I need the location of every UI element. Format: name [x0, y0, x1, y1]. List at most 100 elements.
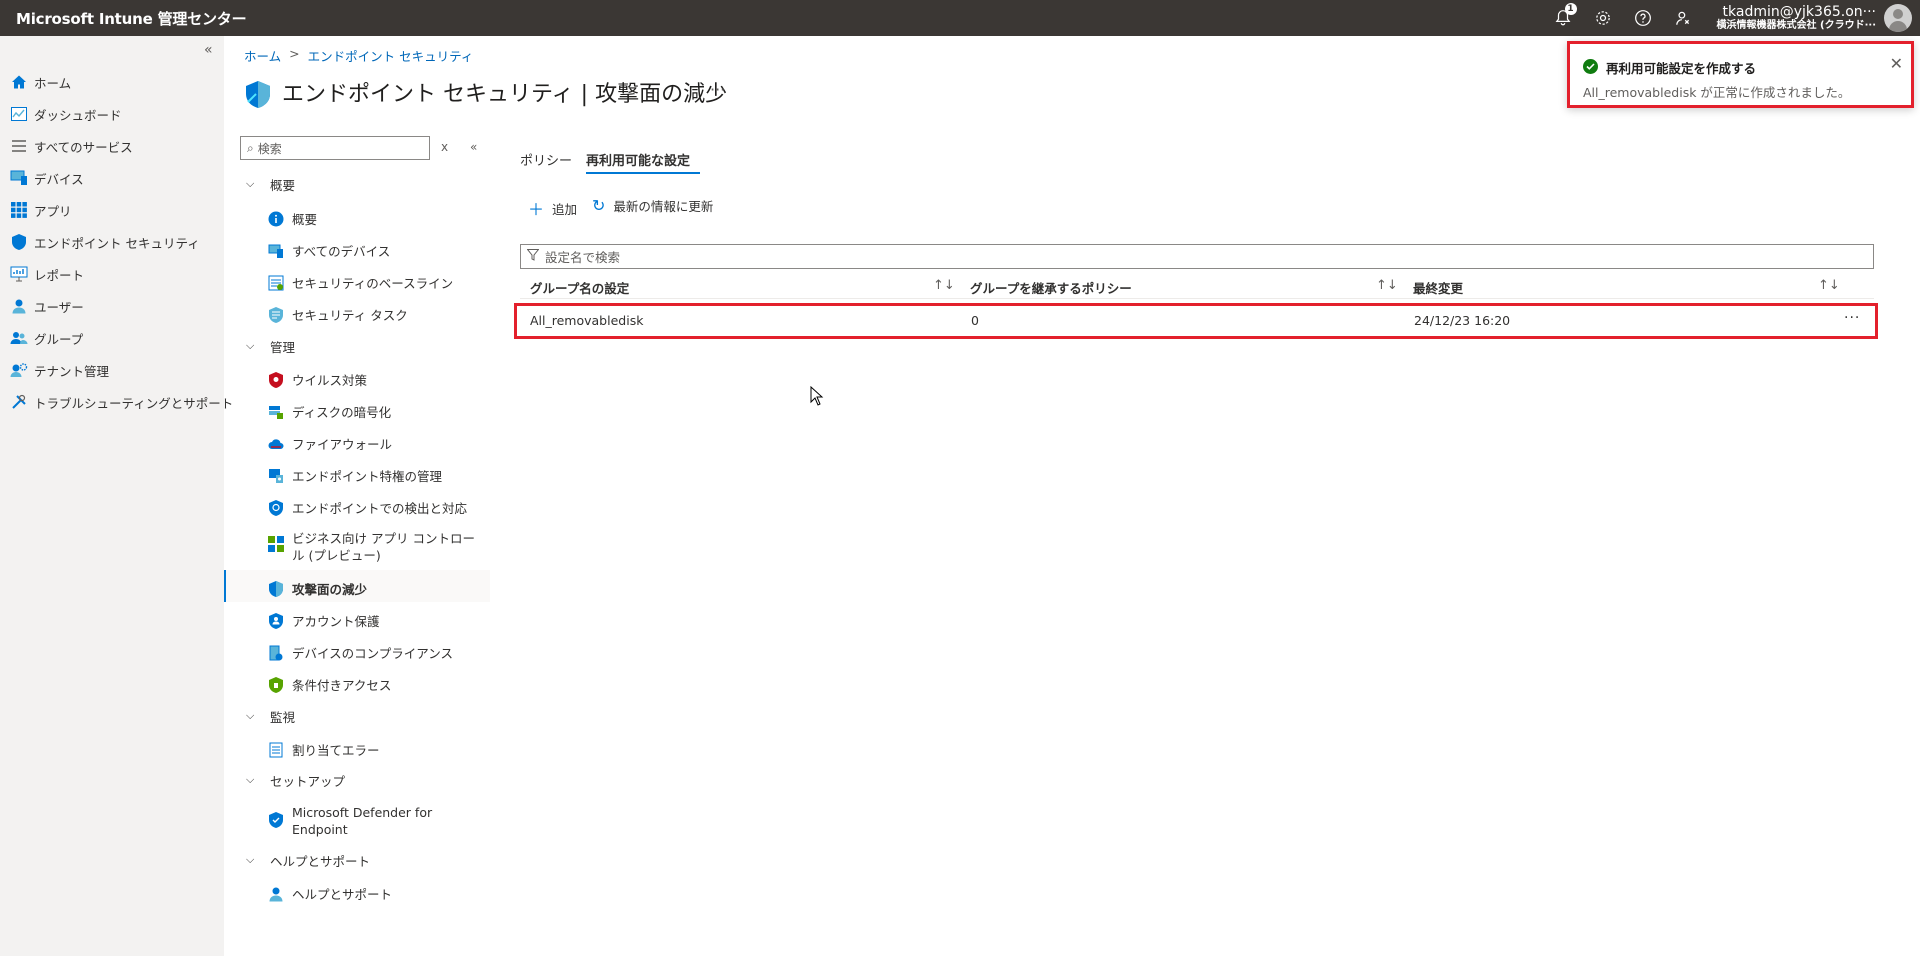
menu-item-all-devices[interactable]: すべてのデバイス	[268, 241, 390, 260]
add-button[interactable]: ＋ 追加	[528, 196, 577, 220]
menu-item-security-baselines[interactable]: セキュリティのベースライン	[268, 273, 453, 292]
nav-item-users[interactable]: ユーザー	[10, 294, 84, 318]
menu-section-manage[interactable]: ⌵ 管理	[246, 335, 295, 357]
menu-item-security-tasks[interactable]: セキュリティ タスク	[268, 305, 408, 324]
tab-policy[interactable]: ポリシー	[520, 150, 572, 169]
dashboard-icon	[10, 106, 28, 122]
account-shield-icon	[268, 612, 284, 629]
account-tenant: 横浜情報機器株式会社 (クラウド···	[1716, 20, 1876, 32]
nav-collapse-button[interactable]: «	[204, 42, 213, 58]
breadcrumb-home[interactable]: ホーム	[244, 46, 281, 65]
chevron-down-icon: ⌵	[246, 853, 255, 866]
menu-section-setup[interactable]: ⌵ セットアップ	[246, 769, 345, 791]
menu-item-attack-surface-reduction[interactable]: 攻撃面の減少	[268, 579, 367, 598]
cell-group-name[interactable]: All_removabledisk	[530, 313, 643, 328]
menu-item-label: ビジネス向け アプリ コントロー	[292, 531, 475, 546]
nav-item-label: アプリ	[34, 203, 72, 219]
menu-item-firewall[interactable]: ファイアウォール	[268, 434, 392, 453]
avatar[interactable]	[1884, 4, 1912, 32]
menu-item-conditional-access[interactable]: 条件付きアクセス	[268, 675, 391, 694]
help-support-icon	[268, 886, 284, 902]
section-label: ヘルプとサポート	[270, 853, 371, 869]
menu-item-disk-encryption[interactable]: ディスクの暗号化	[268, 402, 391, 421]
menu-item-assignment-errors[interactable]: 割り当てエラー	[268, 740, 380, 759]
nav-item-apps[interactable]: アプリ	[10, 198, 72, 222]
nav-item-reports[interactable]: レポート	[10, 262, 84, 286]
menu-search-clear-button[interactable]: x	[441, 140, 448, 154]
menu-collapse-button[interactable]: «	[470, 140, 477, 154]
nav-item-troubleshooting[interactable]: トラブルシューティングとサポート	[10, 390, 233, 414]
table-row[interactable]	[514, 303, 1878, 339]
menu-item-label: ディスクの暗号化	[292, 405, 392, 420]
row-more-button[interactable]: ···	[1844, 310, 1860, 326]
settings-button[interactable]	[1583, 0, 1623, 36]
menu-section-overview[interactable]: ⌵ 概要	[246, 173, 295, 195]
menu-item-antivirus[interactable]: ウイルス対策	[268, 370, 367, 389]
app-title[interactable]: Microsoft Intune 管理センター	[16, 8, 247, 29]
search-icon: ⌕	[247, 140, 254, 155]
column-header-last-modified[interactable]: 最終変更	[1413, 278, 1463, 297]
table-header-divider	[520, 298, 1874, 299]
menu-item-account-protection[interactable]: アカウント保護	[268, 611, 380, 630]
account-info[interactable]: tkadmin@yjk365.on··· 横浜情報機器株式会社 (クラウド···	[1716, 4, 1876, 32]
menu-item-overview[interactable]: 概要	[268, 209, 317, 228]
nav-item-label: レポート	[34, 267, 85, 283]
page-more-button[interactable]: ···	[710, 80, 725, 99]
column-header-group-name[interactable]: グループ名の設定	[530, 278, 629, 297]
menu-item-label: 攻撃面の減少	[292, 582, 368, 597]
disk-encryption-icon	[268, 404, 284, 420]
antivirus-shield-icon	[268, 371, 284, 388]
app-control-icon	[268, 536, 284, 552]
menu-section-help[interactable]: ⌵ ヘルプとサポート	[246, 849, 370, 871]
menu-item-label: 概要	[292, 212, 318, 227]
baseline-icon	[268, 275, 284, 291]
nav-item-all-services[interactable]: すべてのサービス	[10, 134, 133, 158]
sort-icon[interactable]: ↑↓	[1818, 278, 1840, 293]
menu-item-endpoint-privilege[interactable]: エンドポイント特権の管理	[268, 466, 442, 485]
menu-item-label: アカウント保護	[292, 614, 380, 629]
menu-section-monitor[interactable]: ⌵ 監視	[246, 705, 295, 727]
refresh-icon: ↻	[592, 196, 606, 215]
nav-item-home[interactable]: ホーム	[10, 70, 71, 94]
user-icon	[10, 298, 28, 314]
menu-item-app-control[interactable]: ビジネス向け アプリ コントロー ル (プレビュー)	[268, 530, 475, 564]
nav-item-dashboard[interactable]: ダッシュボード	[10, 102, 122, 126]
menu-item-label: エンドポイントでの検出と対応	[292, 501, 468, 516]
menu-item-device-compliance[interactable]: デバイスのコンプライアンス	[268, 643, 453, 662]
asr-shield-icon	[268, 580, 284, 597]
top-bar: Microsoft Intune 管理センター 1 tkadmin@yjk365…	[0, 0, 1920, 36]
sort-icon[interactable]: ↑↓	[1376, 278, 1398, 293]
nav-item-devices[interactable]: デバイス	[10, 166, 84, 190]
section-label: 管理	[270, 339, 296, 355]
breadcrumb-current[interactable]: エンドポイント セキュリティ	[308, 46, 474, 65]
nav-item-groups[interactable]: グループ	[10, 326, 83, 350]
column-header-inheriting-policies[interactable]: グループを継承するポリシー	[970, 278, 1132, 297]
chevron-down-icon: ⌵	[246, 339, 255, 352]
menu-item-help-support[interactable]: ヘルプとサポート	[268, 884, 392, 903]
menu-item-defender-for-endpoint[interactable]: Microsoft Defender for Endpoint	[268, 804, 432, 838]
help-button[interactable]	[1623, 0, 1663, 36]
gear-icon	[1595, 11, 1610, 25]
page-title: エンドポイント セキュリティ | 攻撃面の減少	[282, 82, 728, 107]
nav-item-tenant-admin[interactable]: テナント管理	[10, 358, 109, 382]
menu-search-input[interactable]: ⌕ 検索	[240, 136, 430, 160]
menu-item-edr[interactable]: エンドポイントでの検出と対応	[268, 498, 467, 517]
group-icon	[10, 330, 28, 346]
close-icon[interactable]: ✕	[1890, 54, 1903, 73]
devices-icon	[268, 243, 284, 259]
notifications-button[interactable]: 1	[1543, 0, 1583, 36]
nav-item-label: グループ	[34, 331, 84, 347]
shield-icon	[10, 234, 28, 250]
sort-icon[interactable]: ↑↓	[933, 278, 955, 293]
task-shield-icon	[268, 306, 284, 323]
compliance-icon	[268, 645, 284, 661]
feedback-button[interactable]	[1663, 0, 1703, 36]
section-label: セットアップ	[270, 773, 346, 789]
filter-input[interactable]: 設定名で検索	[520, 244, 1874, 269]
refresh-button[interactable]: ↻ 最新の情報に更新	[592, 196, 713, 215]
nav-item-endpoint-security[interactable]: エンドポイント セキュリティ	[10, 230, 200, 254]
tab-reusable-settings[interactable]: 再利用可能な設定	[586, 150, 690, 169]
help-icon	[1634, 10, 1651, 26]
menu-item-label: セキュリティのベースライン	[292, 276, 454, 291]
notification-badge: 1	[1564, 3, 1577, 15]
